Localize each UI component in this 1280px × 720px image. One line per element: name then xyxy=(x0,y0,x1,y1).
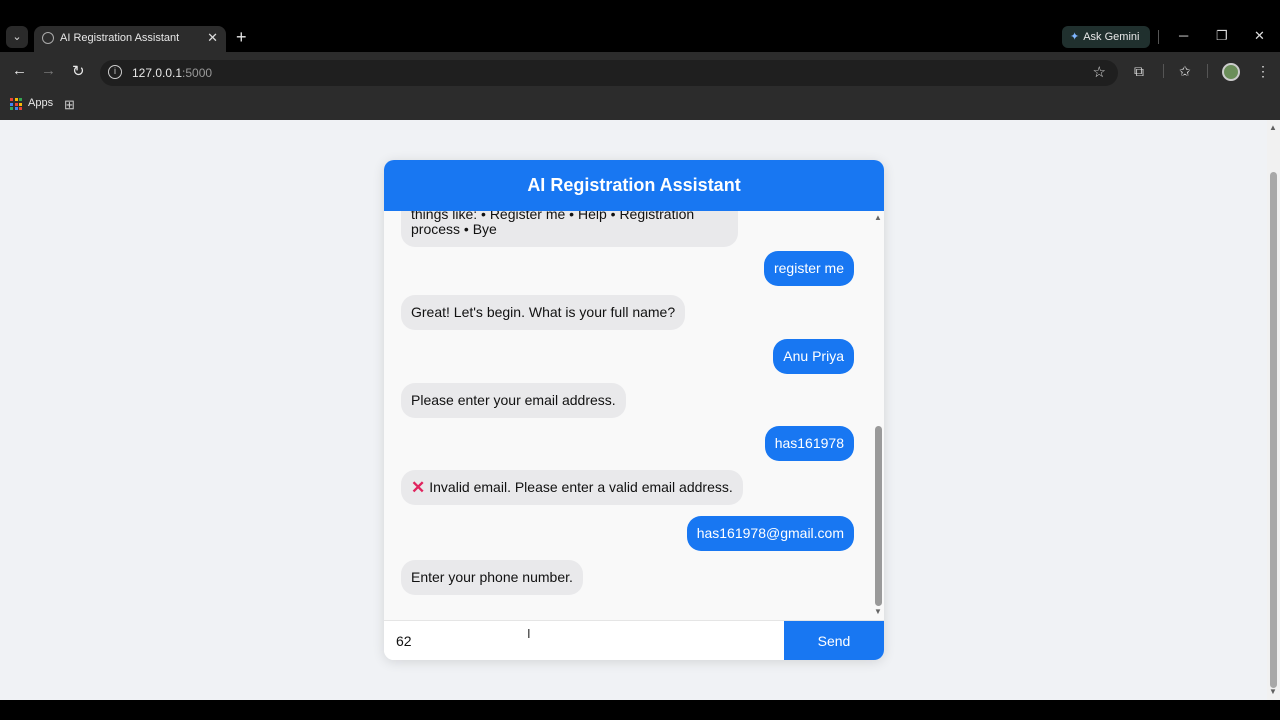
gemini-sparkle-icon: ✦ xyxy=(1070,31,1080,43)
forward-arrow-icon[interactable]: → xyxy=(41,62,56,79)
text-cursor-icon: I xyxy=(527,626,531,641)
close-window-button[interactable]: ✕ xyxy=(1254,28,1265,44)
bot-message: Great! Let's begin. What is your full na… xyxy=(401,295,686,330)
address-bar[interactable]: i 127.0.0.1:5000 ☆ xyxy=(100,60,1118,86)
user-message: Anu Priya xyxy=(773,339,854,374)
profile-avatar[interactable] xyxy=(1222,63,1240,81)
page-scrollbar[interactable]: ▲ ▼ xyxy=(1267,120,1280,700)
apps-grid-icon[interactable] xyxy=(10,98,22,110)
bookmarks-bar: Apps ⊞ xyxy=(0,92,1280,120)
chat-container: AI Registration Assistant things like: •… xyxy=(384,160,884,660)
page-scroll-up-icon[interactable]: ▲ xyxy=(1269,123,1277,132)
url-port: :5000 xyxy=(182,66,213,80)
tab-active[interactable]: AI Registration Assistant ✕ xyxy=(34,26,226,52)
url-text: 127.0.0.1:5000 xyxy=(132,66,212,80)
user-message: register me xyxy=(763,251,854,286)
page-scroll-down-icon[interactable]: ▼ xyxy=(1269,687,1277,696)
url-host: 127.0.0.1 xyxy=(132,66,183,80)
taskbar-edge xyxy=(0,700,1280,720)
bookmark-star-icon[interactable]: ☆ xyxy=(1093,63,1106,81)
bot-message: Enter your phone number. xyxy=(401,560,583,595)
user-message: has161978 xyxy=(764,426,854,461)
separator xyxy=(1207,64,1208,78)
minimize-button[interactable]: ─ xyxy=(1179,28,1188,43)
scroll-up-arrow-icon[interactable]: ▲ xyxy=(874,213,882,222)
send-button[interactable]: Send xyxy=(784,621,884,660)
back-arrow-icon[interactable]: ← xyxy=(12,62,27,79)
bot-message: Please enter your email address. xyxy=(401,383,626,418)
site-info-icon[interactable]: i xyxy=(108,65,122,79)
message-list[interactable]: things like: • Register me • Help • Regi… xyxy=(384,211,884,620)
browser-toolbar: ← → ↻ i 127.0.0.1:5000 ☆ ⧉ ✩ ⋮ xyxy=(0,52,1280,92)
reload-icon[interactable]: ↻ xyxy=(72,62,85,80)
tab-groups-icon[interactable]: ⊞ xyxy=(64,97,75,113)
bot-message: things like: • Register me • Help • Regi… xyxy=(401,211,738,247)
tab-search-icon[interactable]: ⌄ xyxy=(6,26,28,48)
input-row: Send xyxy=(384,620,884,660)
chat-title: AI Registration Assistant xyxy=(384,160,884,211)
page-viewport: AI Registration Assistant things like: •… xyxy=(0,120,1267,700)
scroll-down-arrow-icon[interactable]: ▼ xyxy=(874,607,882,616)
bot-error-message: ✕ Invalid email. Please enter a valid ema… xyxy=(401,470,743,505)
new-tab-button[interactable]: + xyxy=(236,28,247,46)
browser-window: ⌄ AI Registration Assistant ✕ + ✦ Ask Gem… xyxy=(0,0,1280,720)
globe-icon xyxy=(42,32,54,44)
ask-gemini-label: Ask Gemini xyxy=(1083,31,1140,43)
message-input[interactable] xyxy=(384,621,784,660)
cross-mark-icon: ✕ xyxy=(411,478,426,497)
tab-title: AI Registration Assistant xyxy=(60,32,180,44)
page-scrollbar-thumb[interactable] xyxy=(1270,172,1277,688)
message-scrollbar[interactable]: ▲ ▼ xyxy=(873,211,884,620)
ask-gemini-button[interactable]: ✦ Ask Gemini xyxy=(1062,26,1150,48)
separator xyxy=(1158,30,1159,44)
scrollbar-thumb[interactable] xyxy=(875,426,882,606)
separator xyxy=(1163,64,1164,78)
bookmarks-icon[interactable]: ✩ xyxy=(1179,63,1191,80)
apps-bookmark[interactable]: Apps xyxy=(28,97,53,109)
tab-close-icon[interactable]: ✕ xyxy=(207,30,218,46)
tab-strip: ⌄ AI Registration Assistant ✕ + ✦ Ask Gem… xyxy=(0,0,1280,52)
user-message: has161978@gmail.com xyxy=(686,516,854,551)
extensions-icon[interactable]: ⧉ xyxy=(1134,63,1144,80)
bot-error-text: Invalid email. Please enter a valid emai… xyxy=(429,479,733,495)
menu-kebab-icon[interactable]: ⋮ xyxy=(1256,63,1270,80)
restore-button[interactable]: ❐ xyxy=(1216,28,1228,44)
